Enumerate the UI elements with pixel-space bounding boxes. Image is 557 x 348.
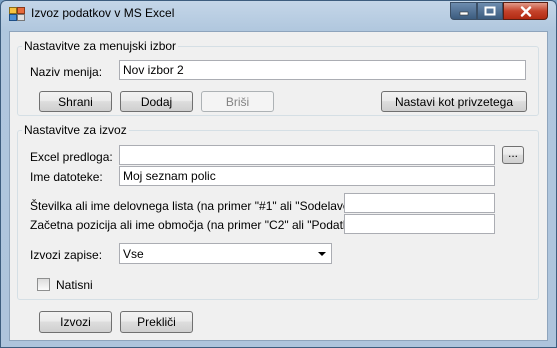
application-icon: [9, 7, 25, 21]
set-as-default-button[interactable]: Nastavi kot privzetega: [381, 91, 527, 112]
file-name-input[interactable]: Moj seznam polic: [119, 166, 495, 186]
close-icon: [520, 5, 531, 17]
print-label: Natisni: [56, 278, 93, 292]
menu-name-label: Naziv menija:: [30, 65, 103, 79]
export-dialog-window: Izvoz podatkov v MS Excel Nastavitve za …: [0, 0, 557, 348]
menu-settings-legend: Nastavitve za menujski izbor: [22, 39, 179, 53]
title-bar[interactable]: Izvoz podatkov v MS Excel: [1, 1, 556, 27]
window-title: Izvoz podatkov v MS Excel: [31, 6, 175, 20]
export-records-dropdown[interactable]: Vse: [119, 243, 332, 264]
export-records-label: Izvozi zapise:: [30, 248, 103, 262]
excel-template-input[interactable]: [119, 145, 495, 165]
export-button[interactable]: Izvozi: [39, 311, 112, 333]
sheet-label: Številka ali ime delovnega lista (na pri…: [30, 199, 364, 213]
cancel-button[interactable]: Prekliči: [120, 311, 193, 333]
export-settings-legend: Nastavitve za izvoz: [22, 123, 129, 137]
excel-template-label: Excel predloga:: [30, 150, 113, 164]
minimize-button[interactable]: [450, 2, 477, 20]
sheet-input[interactable]: [344, 193, 495, 213]
start-position-input[interactable]: [344, 214, 495, 234]
export-records-value: Vse: [123, 247, 144, 261]
add-button[interactable]: Dodaj: [120, 91, 193, 112]
chevron-down-icon: [318, 252, 326, 256]
start-position-label: Začetna pozicija ali ime območja (na pri…: [30, 218, 364, 232]
print-checkbox[interactable]: [37, 278, 50, 291]
dialog-client-area: Nastavitve za menujski izbor Naziv menij…: [9, 31, 548, 341]
delete-button[interactable]: Briši: [201, 91, 274, 112]
menu-name-input[interactable]: Nov izbor 2: [119, 60, 526, 80]
minimize-icon: [459, 11, 468, 16]
file-name-label: Ime datoteke:: [30, 170, 103, 184]
maximize-button[interactable]: [477, 2, 503, 20]
maximize-icon: [484, 6, 496, 16]
close-button[interactable]: [503, 2, 548, 20]
browse-template-button[interactable]: ...: [502, 146, 524, 164]
save-button[interactable]: Shrani: [39, 91, 112, 112]
